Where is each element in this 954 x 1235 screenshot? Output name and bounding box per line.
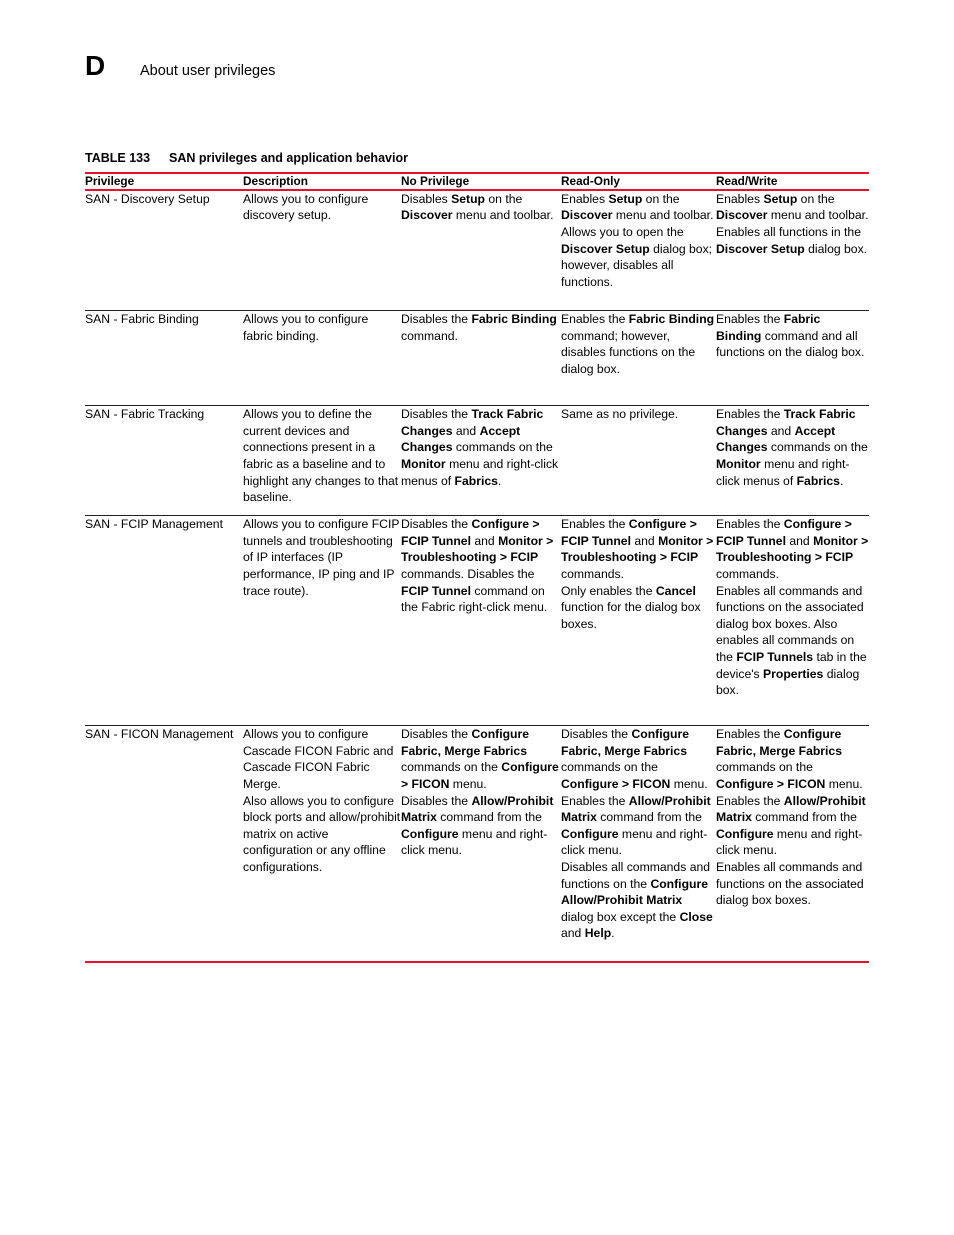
cell-privilege: SAN - Fabric Binding xyxy=(85,310,243,406)
cell-no-privilege: Disables Setup on the Discover menu and … xyxy=(401,191,554,223)
table-body: SAN - Discovery Setup Allows you to conf… xyxy=(85,191,869,961)
san-privileges-table: Privilege Description No Privilege Read-… xyxy=(85,172,869,963)
cell-description: Allows you to configure Cascade FICON Fa… xyxy=(243,725,401,961)
table-row: SAN - Fabric Tracking Allows you to defi… xyxy=(85,405,869,516)
appendix-letter: D xyxy=(85,50,106,81)
cell-privilege: SAN - FICON Management xyxy=(85,725,243,961)
table-header-row: Privilege Description No Privilege Read-… xyxy=(85,174,869,189)
cell-privilege: SAN - Discovery Setup xyxy=(85,191,210,206)
cell-read-write: Enables the Fabric Binding command and a… xyxy=(716,310,869,406)
table-number: TABLE 133 xyxy=(85,151,151,165)
cell-read-only: Enables the Fabric Binding command; howe… xyxy=(561,310,716,406)
cell-read-only: Same as no privilege. xyxy=(561,405,716,516)
cell-read-write: Enables the Track Fabric Changes and Acc… xyxy=(716,405,869,516)
table-row: SAN - Discovery Setup Allows you to conf… xyxy=(85,191,869,311)
table-head: Privilege Description No Privilege Read-… xyxy=(85,174,869,189)
cell-description: Allows you to define the current devices… xyxy=(243,405,401,516)
cell-no-privilege: Disables the Fabric Binding command. xyxy=(401,310,561,406)
table-caption: TABLE 133 SAN privileges and application… xyxy=(85,151,408,165)
table-row: SAN - FICON Management Allows you to con… xyxy=(85,725,869,961)
table-grid: Privilege Description No Privilege Read-… xyxy=(85,174,869,189)
running-header: D About user privileges xyxy=(85,52,275,80)
cell-no-privilege: Disables the Configure > FCIP Tunnel and… xyxy=(401,515,561,726)
column-header-description: Description xyxy=(243,174,308,188)
cell-read-write: Enables Setup on the Discover menu and t… xyxy=(716,191,869,256)
cell-privilege: SAN - Fabric Tracking xyxy=(85,405,243,516)
cell-read-write: Enables the Configure Fabric, Merge Fabr… xyxy=(716,725,869,961)
cell-privilege: SAN - FCIP Management xyxy=(85,515,243,726)
cell-no-privilege: Disables the Configure Fabric, Merge Fab… xyxy=(401,725,561,961)
cell-description: Allows you to configure fabric binding. xyxy=(243,310,401,406)
cell-read-write: Enables the Configure > FCIP Tunnel and … xyxy=(716,515,869,726)
table-row: SAN - Fabric Binding Allows you to confi… xyxy=(85,310,869,406)
table-title: SAN privileges and application behavior xyxy=(169,151,408,165)
table-body-grid: SAN - Discovery Setup Allows you to conf… xyxy=(85,191,869,961)
column-header-read-only: Read-Only xyxy=(561,174,620,188)
table-bottom-rule xyxy=(85,960,869,963)
cell-read-only: Enables the Configure > FCIP Tunnel and … xyxy=(561,515,716,726)
column-header-privilege: Privilege xyxy=(85,174,135,188)
cell-read-only: Enables Setup on the Discover menu and t… xyxy=(561,191,714,289)
table-row: SAN - FCIP Management Allows you to conf… xyxy=(85,515,869,726)
cell-read-only: Disables the Configure Fabric, Merge Fab… xyxy=(561,725,716,961)
cell-description: Allows you to configure FCIP tunnels and… xyxy=(243,515,401,726)
cell-description: Allows you to configure discovery setup. xyxy=(243,191,369,223)
page-title: About user privileges xyxy=(140,63,276,79)
column-header-no-privilege: No Privilege xyxy=(401,174,470,188)
cell-no-privilege: Disables the Track Fabric Changes and Ac… xyxy=(401,405,561,516)
column-header-read-write: Read/Write xyxy=(716,174,778,188)
